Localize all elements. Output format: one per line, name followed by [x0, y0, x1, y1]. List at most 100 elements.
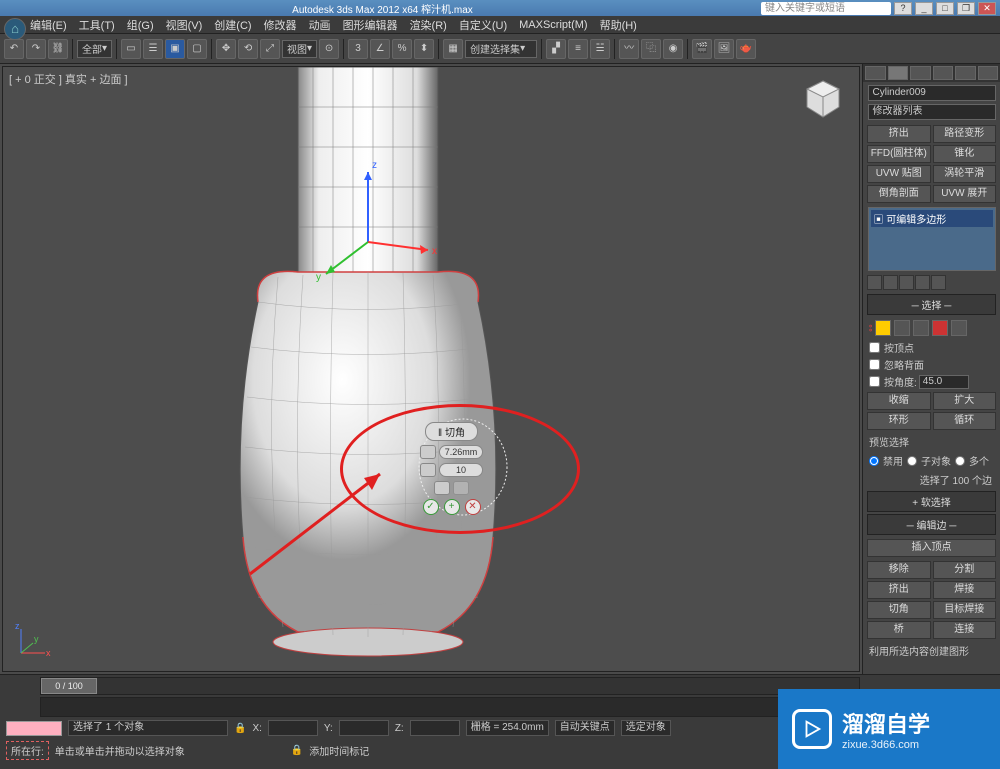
autokey-button[interactable]: 自动关键点 — [555, 720, 615, 736]
object-name-field[interactable]: Cylinder009 — [868, 85, 996, 101]
percent-snap-button[interactable]: % — [392, 39, 412, 59]
tab-create[interactable] — [865, 66, 886, 80]
viewport-label[interactable]: [ + 0 正交 ] 真实 + 边面 ] — [9, 71, 128, 87]
angle-spinner[interactable]: 45.0 — [919, 375, 969, 389]
btn-extrude2[interactable]: 挤出 — [867, 581, 931, 599]
caddy-ok-button[interactable]: ✓ — [423, 499, 439, 515]
tab-modify[interactable] — [888, 66, 909, 80]
caddy-apply-button[interactable]: + — [444, 499, 460, 515]
btn-taper[interactable]: 锥化 — [933, 145, 997, 163]
menu-modifiers[interactable]: 修改器 — [264, 17, 297, 33]
rollout-selection[interactable]: ─ 选择 ─ — [867, 294, 996, 315]
undo-button[interactable]: ↶ — [4, 39, 24, 59]
radio-disable[interactable] — [869, 456, 879, 466]
render-button[interactable]: 🫖 — [736, 39, 756, 59]
mirror-button[interactable]: ▞ — [546, 39, 566, 59]
caddy-option1-icon[interactable]: ◫ — [434, 481, 450, 495]
menu-help[interactable]: 帮助(H) — [600, 17, 637, 33]
scale-button[interactable]: ⤢ — [260, 39, 280, 59]
y-field[interactable] — [339, 720, 389, 736]
btn-pathdeform[interactable]: 路径变形 — [933, 125, 997, 143]
radio-subobj[interactable] — [907, 456, 917, 466]
caddy-amount-field[interactable]: 7.26mm — [439, 445, 483, 459]
menu-create[interactable]: 创建(C) — [214, 17, 251, 33]
btn-extrude-mod[interactable]: 挤出 — [867, 125, 931, 143]
script-listener[interactable] — [6, 721, 62, 736]
menu-edit[interactable]: 编辑(E) — [30, 17, 67, 33]
unique-button[interactable] — [899, 275, 914, 290]
stack-item-editpoly[interactable]: ▣ 可编辑多边形 — [871, 210, 993, 227]
minimize-button[interactable]: _ — [915, 2, 933, 15]
btn-insert-vertex[interactable]: 插入顶点 — [867, 539, 996, 557]
btn-ffd[interactable]: FFD(圆柱体) — [867, 145, 931, 163]
link-button[interactable]: ⛓ — [48, 39, 68, 59]
chk-by-angle[interactable]: 按角度: — [869, 374, 917, 389]
radio-multi[interactable] — [955, 456, 965, 466]
btn-uvwunwrap[interactable]: UVW 展开 — [933, 185, 997, 203]
layers-button[interactable]: ☱ — [590, 39, 610, 59]
z-field[interactable] — [410, 720, 460, 736]
curve-editor-button[interactable]: 〰 — [619, 39, 639, 59]
menu-group[interactable]: 组(G) — [127, 17, 154, 33]
tab-hierarchy[interactable] — [910, 66, 931, 80]
btn-split[interactable]: 分割 — [933, 561, 997, 579]
addtime-button[interactable]: 添加时间标记 — [309, 743, 369, 758]
subobj-poly[interactable] — [932, 320, 948, 336]
chk-ignore-backface[interactable]: 忽略背面 — [863, 356, 1000, 373]
close-button[interactable]: ✕ — [978, 2, 996, 15]
caddy-option2-icon[interactable]: ⊘ — [453, 481, 469, 495]
tab-display[interactable] — [955, 66, 976, 80]
menu-tools[interactable]: 工具(T) — [79, 17, 115, 33]
configure-button[interactable] — [931, 275, 946, 290]
spinner-snap-button[interactable]: ⬍ — [414, 39, 434, 59]
chk-by-vertex[interactable]: 按顶点 — [863, 339, 1000, 356]
refcoord-dropdown[interactable]: 视图 ▾ — [282, 40, 317, 58]
rotate-button[interactable]: ⟲ — [238, 39, 258, 59]
caddy-cancel-button[interactable]: ✕ — [465, 499, 481, 515]
rollout-softsel[interactable]: + 软选择 — [867, 491, 996, 512]
material-button[interactable]: ◉ — [663, 39, 683, 59]
subobj-vertex[interactable] — [875, 320, 891, 336]
help-button[interactable]: ? — [894, 2, 912, 15]
btn-shrink[interactable]: 收缩 — [867, 392, 931, 410]
render-frame-button[interactable]: 🖼 — [714, 39, 734, 59]
btn-remove[interactable]: 移除 — [867, 561, 931, 579]
named-sel-dropdown[interactable]: 创建选择集▾ — [465, 40, 537, 58]
caddy-amount-icon[interactable]: ▦ — [420, 445, 436, 459]
pin-stack-button[interactable] — [867, 275, 882, 290]
render-setup-button[interactable]: 🎬 — [692, 39, 712, 59]
btn-bridge[interactable]: 桥 — [867, 621, 931, 639]
btn-ring[interactable]: 环形 — [867, 412, 931, 430]
btn-turbosmooth[interactable]: 涡轮平滑 — [933, 165, 997, 183]
x-field[interactable] — [268, 720, 318, 736]
btn-grow[interactable]: 扩大 — [933, 392, 997, 410]
time-slider[interactable]: 0 / 100 — [40, 677, 860, 695]
caddy-segments-icon[interactable]: ≡ — [420, 463, 436, 477]
caddy-title[interactable]: ‖ 切角 — [425, 422, 478, 441]
btn-targetweld[interactable]: 目标焊接 — [933, 601, 997, 619]
btn-bevelprofile[interactable]: 倒角剖面 — [867, 185, 931, 203]
menu-render[interactable]: 渲染(R) — [410, 17, 447, 33]
modifier-stack[interactable]: ▣ 可编辑多边形 — [868, 207, 996, 271]
angle-snap-button[interactable]: ∠ — [370, 39, 390, 59]
viewport[interactable]: [ + 0 正交 ] 真实 + 边面 ] — [2, 66, 860, 672]
app-icon[interactable]: ⌂ — [4, 18, 26, 40]
selkey-dropdown[interactable]: 选定对象 — [621, 720, 671, 736]
align-button[interactable]: ≡ — [568, 39, 588, 59]
schematic-button[interactable]: ⿻ — [641, 39, 661, 59]
show-end-button[interactable] — [883, 275, 898, 290]
select-region-button[interactable]: ▣ — [165, 39, 185, 59]
btn-weld[interactable]: 焊接 — [933, 581, 997, 599]
tab-motion[interactable] — [933, 66, 954, 80]
menu-views[interactable]: 视图(V) — [166, 17, 203, 33]
btn-connect[interactable]: 连接 — [933, 621, 997, 639]
subobj-border[interactable] — [913, 320, 929, 336]
btn-loop[interactable]: 循环 — [933, 412, 997, 430]
named-sel-button[interactable]: ▦ — [443, 39, 463, 59]
rollout-editedge[interactable]: ─ 编辑边 ─ — [867, 514, 996, 535]
modifier-list-dropdown[interactable]: 修改器列表 — [868, 104, 996, 120]
snap-button[interactable]: 3 — [348, 39, 368, 59]
btn-uvwmap[interactable]: UVW 贴图 — [867, 165, 931, 183]
menu-maxscript[interactable]: MAXScript(M) — [519, 19, 587, 31]
subobj-edge[interactable] — [894, 320, 910, 336]
